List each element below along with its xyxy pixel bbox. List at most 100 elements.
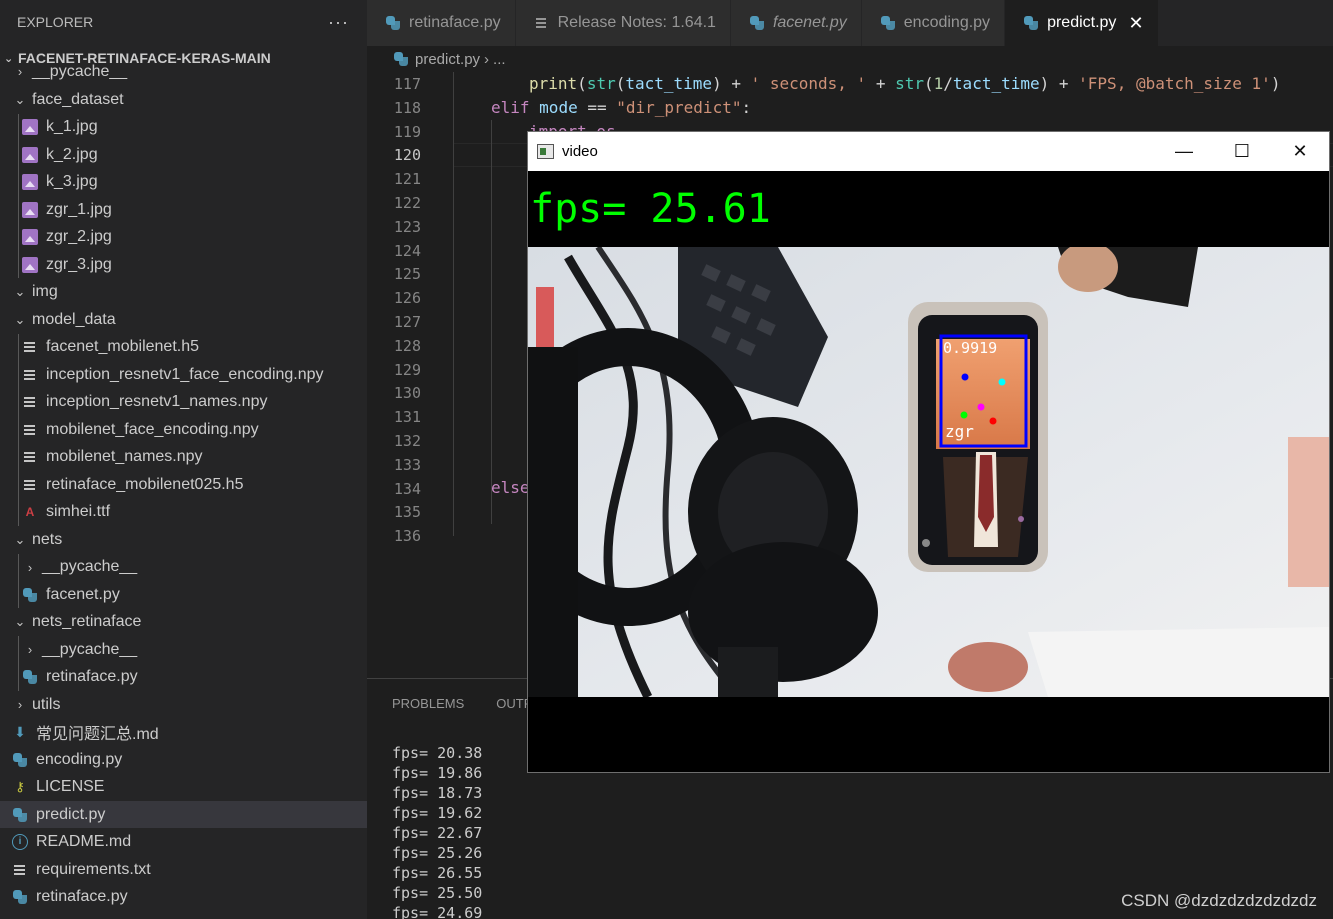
tab-release-notes-1-64-1[interactable]: Release Notes: 1.64.1	[515, 0, 731, 46]
tree-item[interactable]: ⌄ img	[0, 279, 367, 306]
tree-item[interactable]: facenet_mobilenet.h5	[0, 334, 367, 361]
tab-label: Release Notes: 1.64.1	[557, 14, 716, 31]
terminal-output[interactable]: fps= 20.38 fps= 19.86 fps= 18.73 fps= 19.62…	[392, 743, 482, 919]
tab-facenet-py[interactable]: facenet.py	[730, 0, 862, 46]
chevron-down-icon: ⌄	[14, 284, 26, 299]
tree-item[interactable]: retinaface.py	[0, 664, 367, 691]
tree-item[interactable]: ⌄ model_data	[0, 306, 367, 333]
markdown-icon: ⬇	[14, 724, 26, 740]
output-line: fps= 19.86	[392, 764, 483, 782]
tree-item[interactable]: facenet.py	[0, 581, 367, 608]
tab-retinaface-py[interactable]: retinaface.py	[367, 0, 516, 46]
tree-item[interactable]: › __pycache__	[0, 554, 367, 581]
tree-item[interactable]: predict.py	[0, 801, 367, 828]
tree-item-label: k_3.jpg	[46, 173, 98, 190]
tree-indent-guide	[18, 113, 19, 278]
tree-item[interactable]: requirements.txt	[0, 856, 367, 883]
image-icon	[22, 146, 38, 163]
tree-item[interactable]: encoding.py	[0, 746, 367, 773]
tree-item-label: requirements.txt	[36, 860, 151, 878]
tree-item-label: __pycache__	[42, 558, 138, 575]
tab-predict-py[interactable]: predict.py ✕	[1005, 0, 1159, 46]
line-number: 126	[393, 289, 421, 308]
tree-item-label: k_1.jpg	[46, 118, 98, 135]
tree-item[interactable]: inception_resnetv1_face_encoding.npy	[0, 361, 367, 388]
tree-item[interactable]: mobilenet_names.npy	[0, 444, 367, 471]
video-window-title: video	[562, 143, 598, 160]
window-app-icon	[537, 144, 554, 159]
tree-item[interactable]: zgr_2.jpg	[0, 224, 367, 251]
output-line: fps= 25.26	[392, 844, 483, 862]
tree-item[interactable]: › utils	[0, 691, 367, 718]
close-icon[interactable]: ✕	[1128, 13, 1143, 34]
more-actions-icon[interactable]: ···	[328, 12, 349, 33]
tree-item[interactable]: ⬇ 常见问题汇总.md	[0, 719, 367, 746]
tab-label: encoding.py	[903, 14, 991, 31]
tree-item[interactable]: retinaface_mobilenet025.h5	[0, 471, 367, 498]
tree-item[interactable]: k_3.jpg	[0, 169, 367, 196]
tree-item-label: encoding.py	[36, 750, 123, 768]
chevron-down-icon: ⌄	[14, 614, 26, 629]
indent-guide	[453, 72, 454, 536]
video-window[interactable]: video — ☐ ✕ fps= 25.61 0.9919 zgr	[527, 131, 1330, 773]
video-window-titlebar[interactable]: video — ☐ ✕	[528, 132, 1329, 171]
output-line: fps= 18.73	[392, 784, 483, 802]
tree-item[interactable]: ⌄ nets_retinaface	[0, 609, 367, 636]
tree-item[interactable]: ⌄ face_dataset	[0, 86, 367, 113]
line-number: 124	[393, 241, 421, 260]
tree-item-label: mobilenet_names.npy	[46, 448, 203, 465]
license-icon: ⚷	[15, 779, 25, 794]
tree-item-label: nets	[32, 530, 63, 548]
line-number: 122	[393, 194, 421, 212]
camera-frame: 0.9919 zgr	[528, 247, 1329, 697]
chevron-down-icon: ⌄	[14, 531, 26, 547]
output-line: fps= 20.38	[392, 744, 483, 762]
code-token: str	[586, 74, 616, 93]
line-number: 136	[393, 527, 421, 546]
tab-problems[interactable]: PROBLEMS	[392, 696, 464, 711]
tree-item-label: retinaface_mobilenet025.h5	[46, 475, 244, 493]
tree-indent-guide	[18, 553, 19, 608]
code-token: tact_time	[625, 74, 713, 93]
tree-item-label: __pycache__	[32, 62, 128, 80]
image-icon	[22, 119, 38, 135]
python-icon	[12, 889, 28, 905]
tree-item[interactable]: zgr_1.jpg	[0, 196, 367, 223]
tree-item[interactable]: zgr_3.jpg	[0, 251, 367, 278]
camera-image: 0.9919 zgr	[528, 247, 1329, 697]
tree-item[interactable]: k_2.jpg	[0, 141, 367, 168]
tree-item[interactable]: › __pycache__	[0, 58, 367, 85]
tree-item[interactable]: i README.md	[0, 829, 367, 856]
explorer-sidebar: EXPLORER ··· ⌄ FACENET-RETINAFACE-KERAS-…	[0, 0, 367, 919]
lines-icon	[12, 862, 28, 878]
tree-item-label: 常见问题汇总.md	[36, 726, 159, 743]
tree-item-label: simhei.ttf	[46, 503, 111, 520]
lines-icon	[22, 449, 38, 465]
line-number: 135	[393, 503, 421, 522]
tree-item-label: model_data	[32, 310, 116, 328]
tree-item[interactable]: mobilenet_face_encoding.npy	[0, 416, 367, 443]
close-button[interactable]: ✕	[1271, 132, 1329, 171]
maximize-button[interactable]: ☐	[1213, 132, 1271, 171]
python-icon	[749, 15, 765, 31]
tree-item[interactable]: k_1.jpg	[0, 114, 367, 141]
minimize-button[interactable]: —	[1155, 132, 1213, 171]
tree-item[interactable]: ⌄ nets	[0, 526, 367, 553]
tree-item-label: README.md	[36, 833, 132, 850]
tree-item[interactable]: ⚷ LICENSE	[0, 774, 367, 801]
code-token: tact_time	[952, 74, 1040, 93]
line-number: 131	[393, 408, 421, 427]
tree-item[interactable]: › __pycache__	[0, 636, 367, 663]
tab-encoding-py[interactable]: encoding.py	[861, 0, 1006, 46]
tree-item[interactable]: inception_resnetv1_names.npy	[0, 389, 367, 416]
code-line-118: elif mode == "dir_predict":	[491, 98, 751, 117]
line-number: 132	[393, 432, 421, 450]
tree-item[interactable]: Asimhei.ttf	[0, 499, 367, 526]
tree-item[interactable]: retinaface.py	[0, 884, 367, 911]
tree-indent-guide	[18, 636, 19, 691]
breadcrumb-symbol[interactable]: ...	[493, 51, 506, 68]
chevron-down-icon: ⌄	[14, 311, 26, 327]
code-token: elif	[491, 98, 530, 117]
chevron-down-icon: ⌄	[14, 91, 26, 107]
breadcrumb-file[interactable]: predict.py	[415, 51, 480, 68]
